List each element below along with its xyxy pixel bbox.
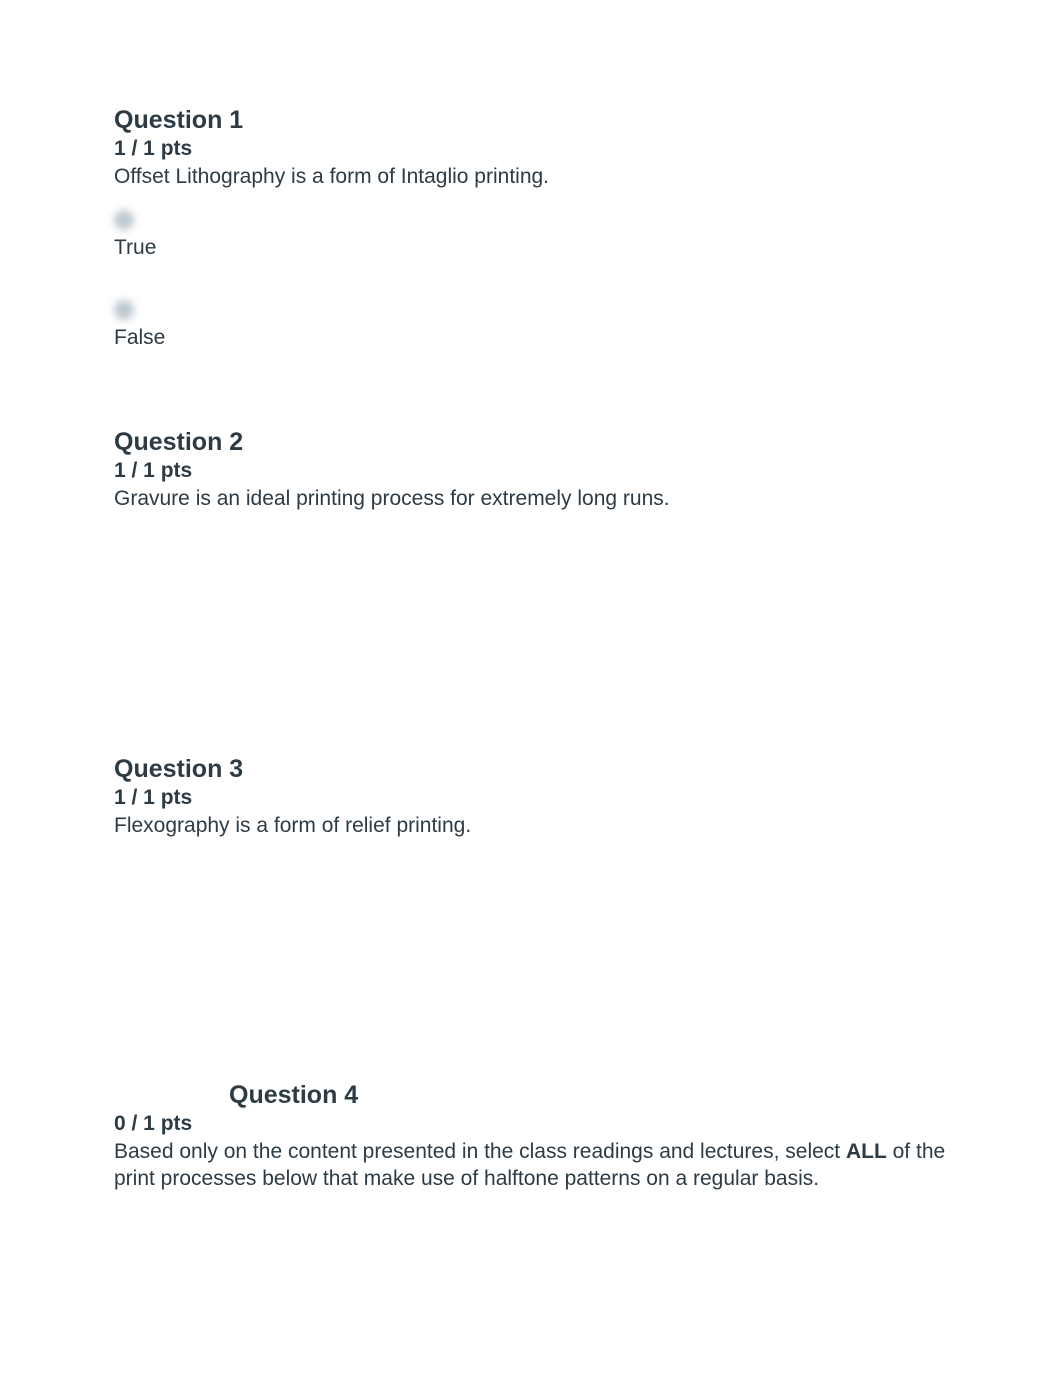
answer-option-false: False — [114, 300, 948, 350]
question-points: 1 / 1 pts — [114, 137, 948, 161]
question-text: Based only on the content presented in t… — [114, 1138, 948, 1193]
question-points: 1 / 1 pts — [114, 786, 948, 810]
question-text-bold: ALL — [846, 1140, 887, 1163]
question-text: Flexography is a form of relief printing… — [114, 812, 948, 839]
question-text: Offset Lithography is a form of Intaglio… — [114, 163, 948, 190]
question-text: Gravure is an ideal printing process for… — [114, 485, 948, 512]
question-points: 0 / 1 pts — [114, 1112, 948, 1136]
question-4: Question 4 0 / 1 pts Based only on the c… — [114, 1081, 948, 1193]
answer-label: True — [114, 236, 948, 260]
radio-icon[interactable] — [114, 210, 134, 230]
question-title: Question 3 — [114, 755, 948, 784]
question-1: Question 1 1 / 1 pts Offset Lithography … — [114, 106, 948, 350]
question-points: 1 / 1 pts — [114, 459, 948, 483]
radio-icon[interactable] — [114, 300, 134, 320]
question-title: Question 1 — [114, 106, 948, 135]
question-title: Question 2 — [114, 428, 948, 457]
question-text-part1: Based only on the content presented in t… — [114, 1140, 846, 1163]
answer-options: True False — [114, 210, 948, 350]
answer-label: False — [114, 326, 948, 350]
answer-option-true: True — [114, 210, 948, 260]
question-title: Question 4 — [114, 1081, 948, 1110]
question-2: Question 2 1 / 1 pts Gravure is an ideal… — [114, 428, 948, 512]
question-3: Question 3 1 / 1 pts Flexography is a fo… — [114, 755, 948, 839]
